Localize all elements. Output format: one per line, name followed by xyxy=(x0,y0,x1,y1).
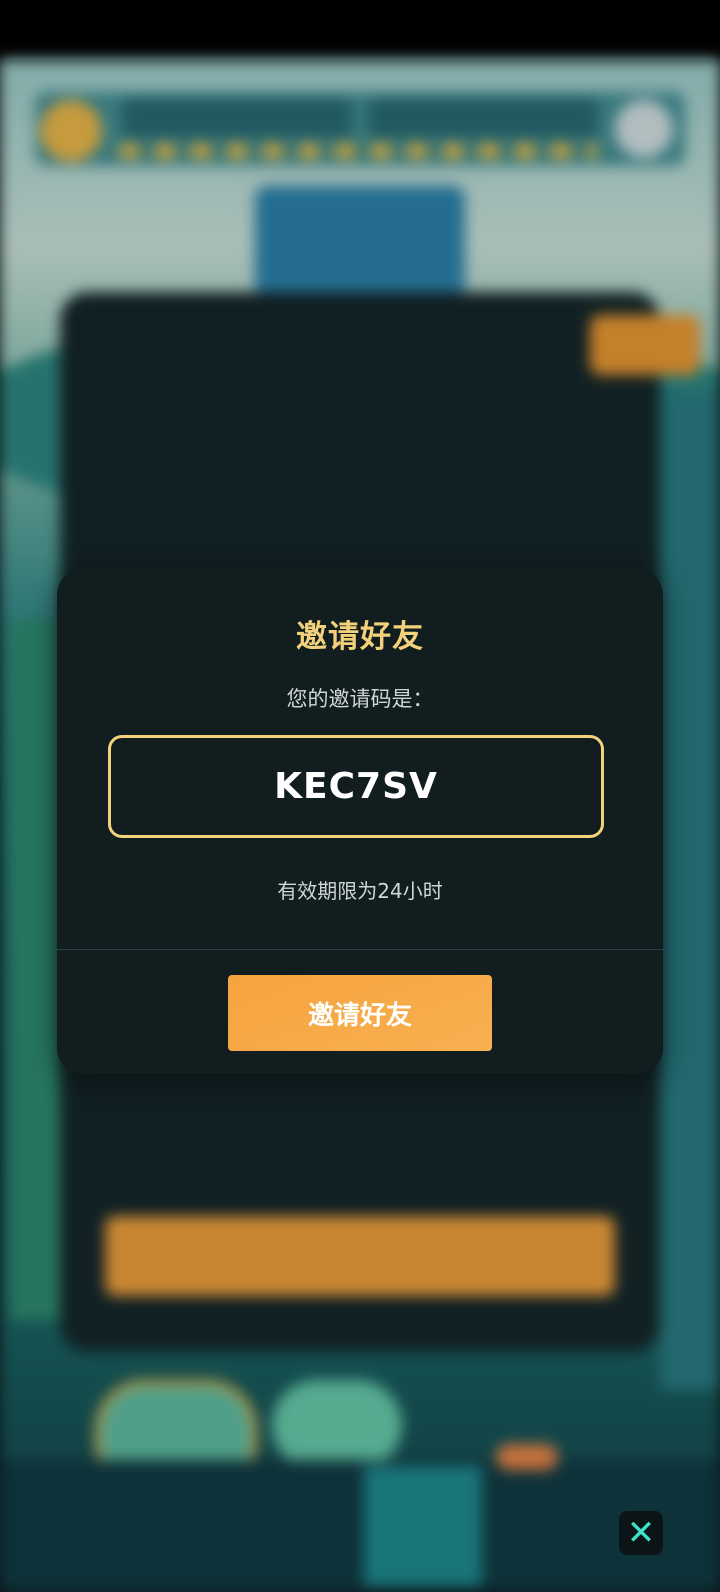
invite-code-label: 您的邀请码是： xyxy=(286,687,434,711)
invite-code: KEC7SV xyxy=(274,766,438,807)
invite-code-box[interactable]: KEC7SV xyxy=(108,735,604,838)
validity-text: 有效期限为24小时 xyxy=(277,879,443,903)
close-button[interactable]: ✕ xyxy=(619,1511,663,1555)
invite-friends-button[interactable]: 邀请好友 xyxy=(228,975,492,1051)
invite-friends-dialog: 邀请好友 您的邀请码是： KEC7SV 有效期限为24小时 邀请好友 xyxy=(57,569,663,1074)
status-bar xyxy=(0,0,720,60)
close-icon: ✕ xyxy=(626,1513,656,1553)
dialog-title: 邀请好友 xyxy=(296,619,424,655)
divider xyxy=(57,949,663,950)
